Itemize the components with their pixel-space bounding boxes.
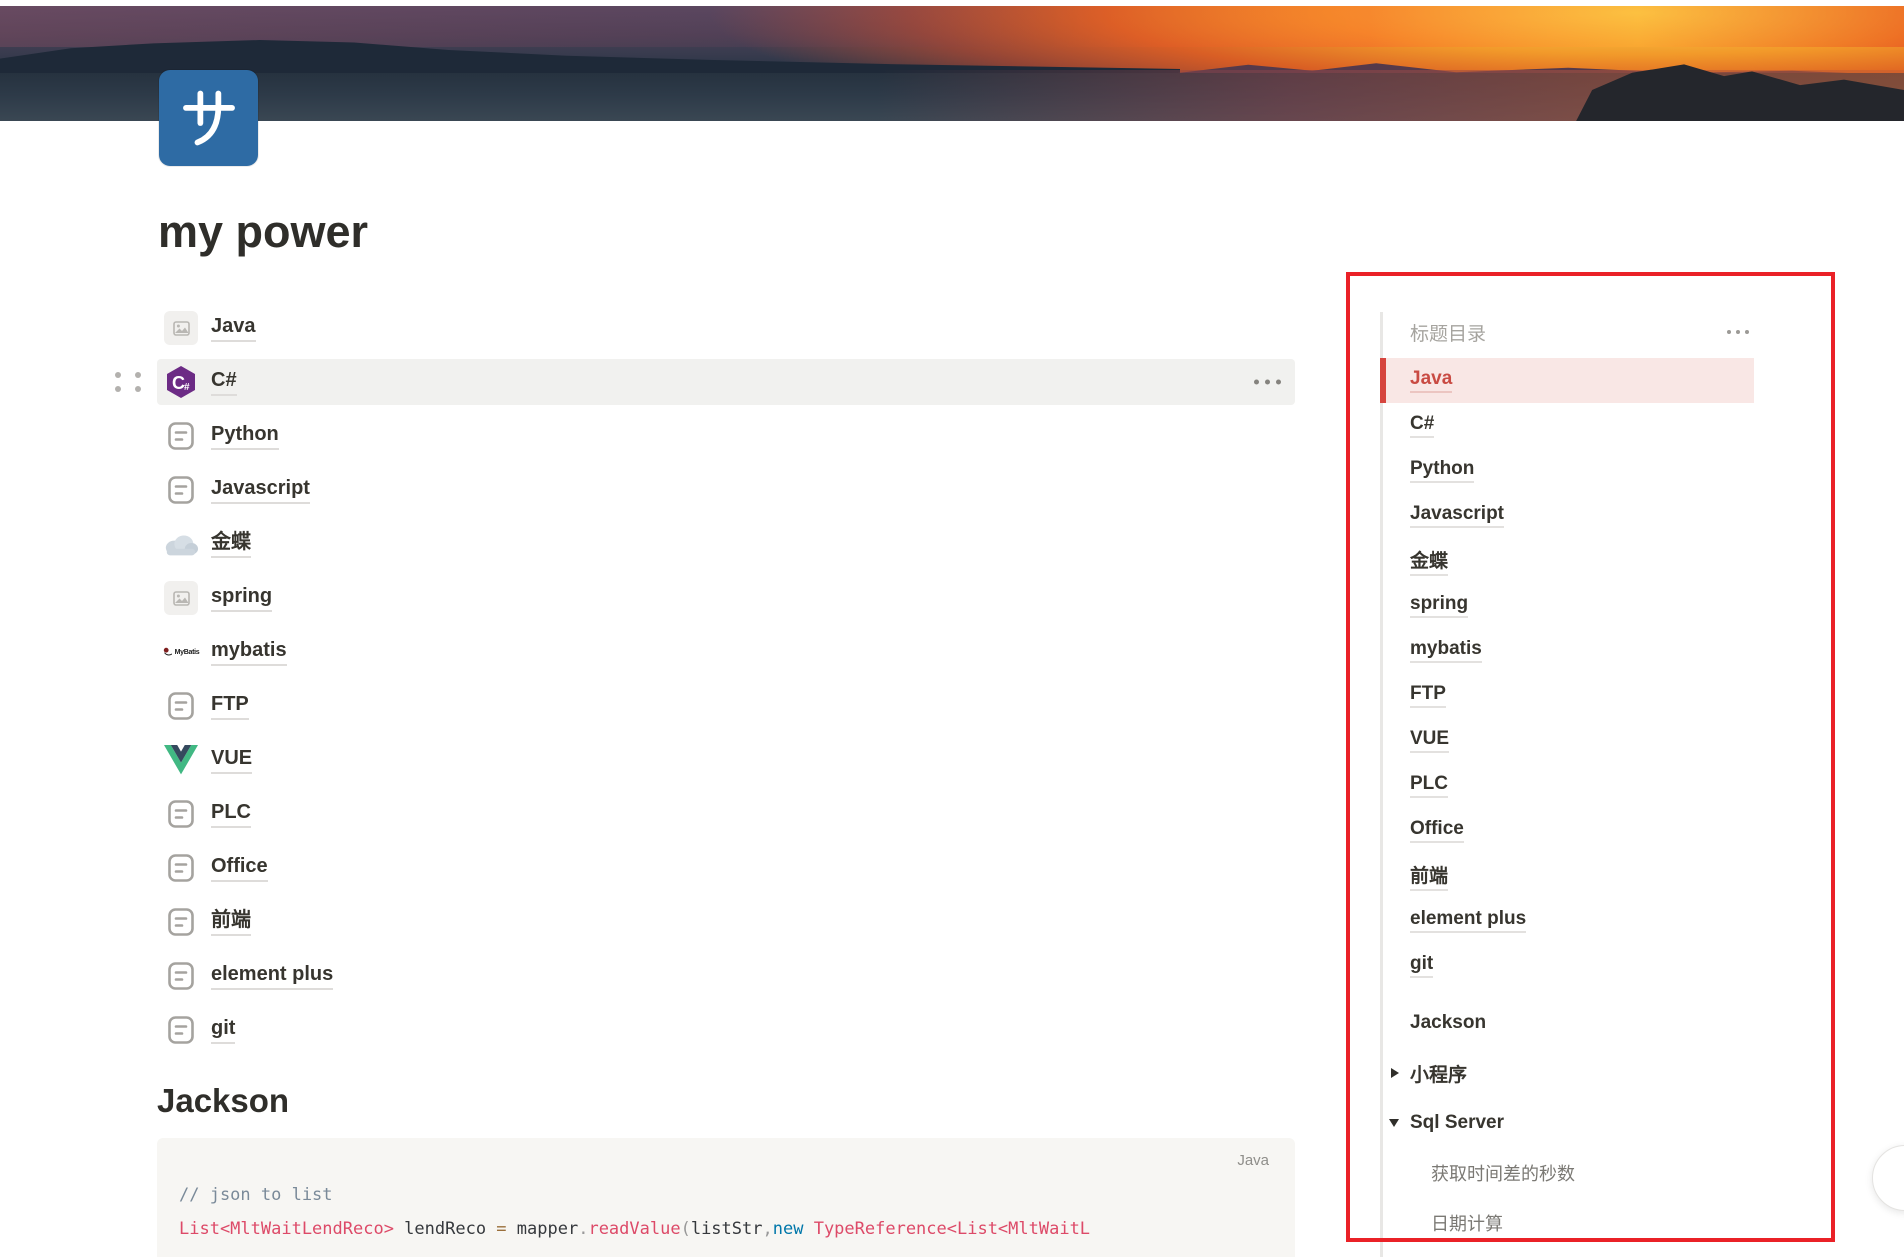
- page-link[interactable]: 金蝶: [211, 530, 251, 558]
- code-language-label[interactable]: Java: [1237, 1152, 1269, 1169]
- mybatis-wordmark: MyBatis: [174, 648, 200, 656]
- document-icon: [163, 472, 199, 508]
- page-link[interactable]: C#: [211, 368, 237, 396]
- link-row-plc[interactable]: PLC: [157, 791, 1295, 837]
- collapse-arrow-icon[interactable]: [1391, 1068, 1399, 1078]
- section-heading-jackson: Jackson: [157, 1082, 290, 1119]
- document-icon: [163, 688, 199, 724]
- link-row-python[interactable]: Python: [157, 413, 1295, 459]
- expand-arrow-icon[interactable]: [1389, 1119, 1399, 1127]
- toc-item-vue[interactable]: VUE: [1350, 718, 1804, 763]
- link-row-mybatis[interactable]: MyBatis mybatis: [157, 629, 1295, 675]
- floating-button[interactable]: [1872, 1145, 1904, 1211]
- page-link[interactable]: Java: [211, 314, 256, 342]
- document-icon: [163, 796, 199, 832]
- cover-image[interactable]: [0, 6, 1904, 121]
- toc-item-spring[interactable]: spring: [1350, 583, 1804, 628]
- svg-text:#: #: [184, 382, 190, 393]
- page-link[interactable]: Python: [211, 422, 279, 450]
- page-link[interactable]: VUE: [211, 746, 253, 774]
- toc-spacer: [1350, 988, 1804, 998]
- toc-panel: 标题目录 Java C# Python Javascript 金蝶 spring…: [1350, 276, 1804, 1248]
- link-row-csharp[interactable]: C # C#: [115, 359, 1295, 405]
- toc-item-git[interactable]: git: [1350, 943, 1804, 988]
- toc-active-indicator: [1380, 358, 1386, 403]
- toc-item-python[interactable]: Python: [1350, 448, 1804, 493]
- link-row-javascript[interactable]: Javascript: [157, 467, 1295, 513]
- code-block[interactable]: Java // json to list List<MltWaitLendRec…: [157, 1138, 1295, 1257]
- cloud-icon: [163, 526, 199, 562]
- toc-item-plc[interactable]: PLC: [1350, 763, 1804, 808]
- document-icon: [163, 850, 199, 886]
- link-row-office[interactable]: Office: [157, 845, 1295, 891]
- page-link[interactable]: Javascript: [211, 476, 310, 504]
- image-placeholder-icon: [163, 310, 199, 346]
- toc-title: 标题目录: [1410, 323, 1487, 345]
- document-icon: [163, 904, 199, 940]
- vue-icon: [163, 742, 199, 778]
- toc-item-frontend[interactable]: 前端: [1350, 853, 1804, 898]
- link-row-java[interactable]: Java: [157, 305, 1295, 351]
- row-more-menu-icon[interactable]: [1254, 379, 1281, 385]
- document-icon: [163, 418, 199, 454]
- page: my power Java C # C# Python Javascript 金…: [0, 0, 1904, 1257]
- katakana-sa-icon: [182, 90, 235, 146]
- page-link[interactable]: FTP: [211, 692, 249, 720]
- page-link[interactable]: git: [211, 1016, 236, 1044]
- page-icon[interactable]: [159, 70, 258, 166]
- link-row-frontend[interactable]: 前端: [157, 899, 1295, 945]
- toc-item-date-calc[interactable]: 日期计算: [1350, 1198, 1804, 1248]
- code-content: // json to list List<MltWaitLendReco> le…: [179, 1178, 1279, 1246]
- page-link[interactable]: spring: [211, 584, 273, 612]
- toc-item-element-plus[interactable]: element plus: [1350, 898, 1804, 943]
- link-row-ftp[interactable]: FTP: [157, 683, 1295, 729]
- toc-item-sql-server[interactable]: Sql Server: [1350, 1098, 1804, 1148]
- toc-list: Java C# Python Javascript 金蝶 spring myba…: [1350, 358, 1804, 1248]
- page-link[interactable]: Office: [211, 854, 268, 882]
- toc-item-javascript[interactable]: Javascript: [1350, 493, 1804, 538]
- page-title: my power: [158, 206, 369, 257]
- csharp-icon: C #: [163, 364, 199, 400]
- toc-item-kingdee[interactable]: 金蝶: [1350, 538, 1804, 583]
- toc-item-csharp[interactable]: C#: [1350, 403, 1804, 448]
- page-link[interactable]: mybatis: [211, 638, 287, 666]
- document-icon: [163, 1012, 199, 1048]
- toc-item-ftp[interactable]: FTP: [1350, 673, 1804, 718]
- toc-item-office[interactable]: Office: [1350, 808, 1804, 853]
- link-row-element-plus[interactable]: element plus: [157, 953, 1295, 999]
- page-link-list: Java C # C# Python Javascript 金蝶 spring …: [115, 305, 1295, 1061]
- toc-item-time-diff-seconds[interactable]: 获取时间差的秒数: [1350, 1148, 1804, 1198]
- link-row-vue[interactable]: VUE: [157, 737, 1295, 783]
- toc-item-mybatis[interactable]: mybatis: [1350, 628, 1804, 673]
- page-link[interactable]: 前端: [211, 908, 251, 936]
- document-icon: [163, 958, 199, 994]
- toc-header: 标题目录: [1350, 312, 1804, 352]
- drag-handle-icon[interactable]: [115, 372, 141, 392]
- code-line-2: List<MltWaitLendReco> lendReco = mapper.…: [179, 1219, 1091, 1239]
- link-row-kingdee[interactable]: 金蝶: [157, 521, 1295, 567]
- mybatis-icon: MyBatis: [163, 634, 200, 670]
- toc-item-java[interactable]: Java: [1380, 358, 1754, 403]
- page-link[interactable]: element plus: [211, 962, 334, 990]
- toc-item-miniprogram[interactable]: 小程序: [1350, 1048, 1804, 1098]
- image-placeholder-icon: [163, 580, 199, 616]
- toc-item-jackson[interactable]: Jackson: [1350, 998, 1804, 1048]
- toc-more-menu-icon[interactable]: [1727, 330, 1749, 334]
- link-row-spring[interactable]: spring: [157, 575, 1295, 621]
- page-link[interactable]: PLC: [211, 800, 251, 828]
- code-line-1: // json to list: [179, 1185, 333, 1205]
- link-row-git[interactable]: git: [157, 1007, 1295, 1053]
